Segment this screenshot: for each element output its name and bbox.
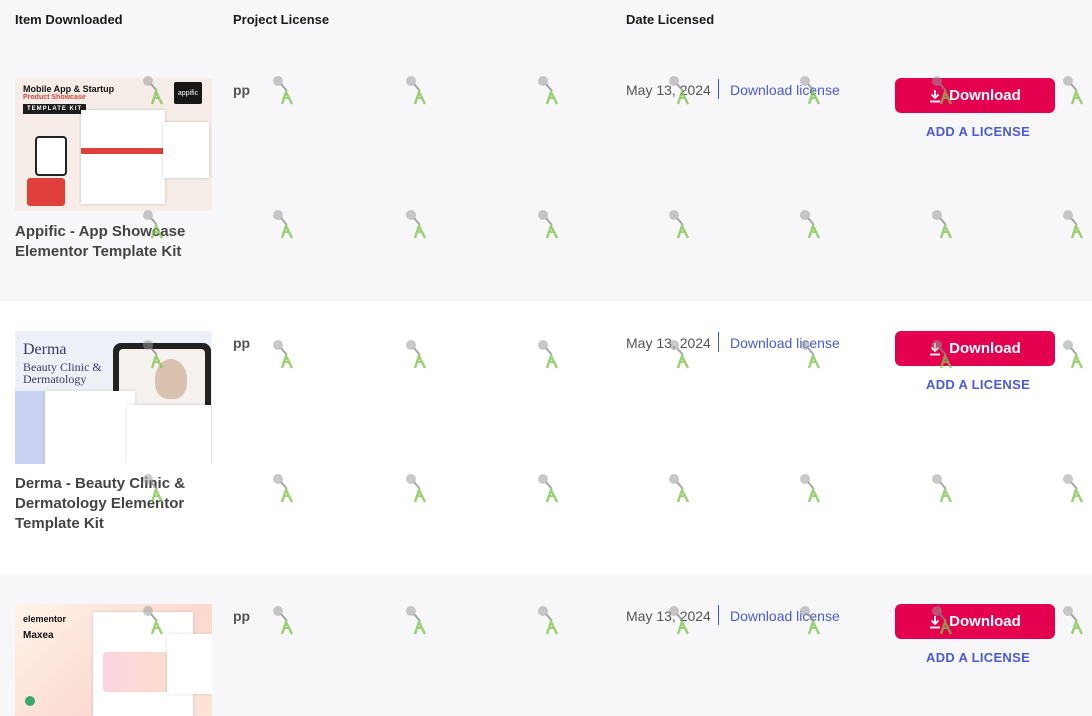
thumbnail-page-preview bbox=[163, 122, 209, 178]
table-row: Mobile App & Startup Product Showcase TE… bbox=[0, 40, 1092, 301]
add-license-link[interactable]: ADD A LICENSE bbox=[926, 650, 1030, 665]
item-thumbnail[interactable]: Derma Beauty Clinic & Dermatology bbox=[15, 331, 212, 464]
add-license-link[interactable]: ADD A LICENSE bbox=[926, 124, 1030, 139]
download-button-label: Download bbox=[949, 613, 1021, 630]
download-button-label: Download bbox=[949, 340, 1021, 357]
header-project-license: Project License bbox=[233, 12, 330, 27]
download-icon bbox=[930, 342, 941, 355]
thumbnail-accent-bar bbox=[81, 148, 165, 154]
project-license: pp bbox=[233, 335, 251, 351]
project-license: pp bbox=[233, 82, 251, 98]
thumbnail-brand: elementor bbox=[23, 614, 67, 624]
thumbnail-portrait bbox=[155, 359, 187, 399]
download-license-link[interactable]: Download license bbox=[730, 335, 840, 351]
licenses-page: Item Downloaded Project License Date Lic… bbox=[0, 0, 1092, 716]
table-header: Item Downloaded Project License Date Lic… bbox=[0, 0, 1092, 40]
thumbnail-tag: TEMPLATE KIT bbox=[23, 104, 87, 114]
thumbnail-decoration bbox=[15, 391, 45, 464]
add-license-link[interactable]: ADD A LICENSE bbox=[926, 377, 1030, 392]
date-licensed: May 13, 2024 bbox=[626, 82, 711, 98]
thumbnail-title: Mobile App & Startup bbox=[23, 84, 115, 94]
divider bbox=[718, 332, 719, 352]
table-row: Derma Beauty Clinic & Dermatology Derma … bbox=[0, 301, 1092, 574]
download-button-label: Download bbox=[949, 87, 1021, 104]
thumbnail-page-preview bbox=[81, 110, 165, 204]
thumbnail-phone-mockup bbox=[35, 136, 67, 176]
download-button[interactable]: Download bbox=[895, 604, 1055, 639]
date-licensed: May 13, 2024 bbox=[626, 608, 711, 624]
download-icon bbox=[930, 89, 941, 102]
download-button[interactable]: Download bbox=[895, 78, 1055, 113]
thumbnail-brand: Derma bbox=[23, 341, 67, 358]
thumbnail-page-preview bbox=[45, 391, 135, 464]
header-item-downloaded: Item Downloaded bbox=[15, 12, 123, 27]
thumbnail-page-preview bbox=[167, 634, 212, 694]
divider bbox=[718, 605, 719, 625]
download-license-link[interactable]: Download license bbox=[730, 82, 840, 98]
thumbnail-subtitle: Beauty Clinic & Dermatology bbox=[23, 360, 102, 386]
item-name[interactable]: Appific - App Showcase Elementor Templat… bbox=[15, 222, 215, 262]
item-thumbnail[interactable]: Mobile App & Startup Product Showcase TE… bbox=[15, 78, 212, 211]
project-license: pp bbox=[233, 608, 251, 624]
thumbnail-logo: appific bbox=[174, 82, 202, 104]
thumbnail-page-preview bbox=[127, 405, 211, 464]
date-licensed: May 13, 2024 bbox=[626, 335, 711, 351]
download-icon bbox=[930, 615, 941, 628]
item-thumbnail[interactable]: elementor Maxea bbox=[15, 604, 212, 716]
thumbnail-phone-mockup bbox=[27, 178, 65, 206]
table-row: elementor Maxea pp May 13, 2024 Download… bbox=[0, 574, 1092, 716]
download-button[interactable]: Download bbox=[895, 331, 1055, 366]
divider bbox=[718, 79, 719, 99]
download-license-link[interactable]: Download license bbox=[730, 608, 840, 624]
thumbnail-dot bbox=[25, 696, 35, 706]
header-date-licensed: Date Licensed bbox=[626, 12, 715, 27]
thumbnail-subtitle: Product Showcase bbox=[23, 94, 86, 101]
thumbnail-name: Maxea bbox=[23, 630, 54, 641]
item-name[interactable]: Derma - Beauty Clinic & Dermatology Elem… bbox=[15, 474, 215, 534]
